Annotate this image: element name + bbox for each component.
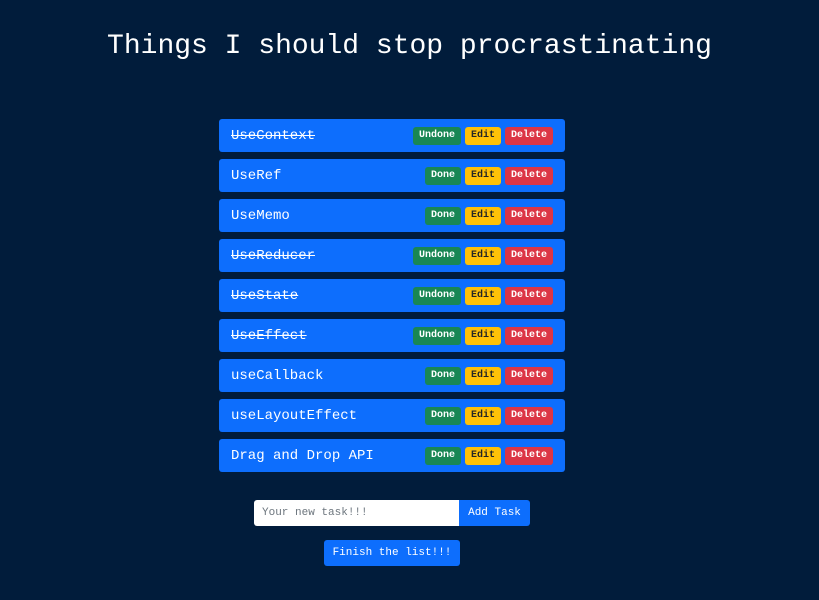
toggle-done-button[interactable]: Undone — [412, 246, 461, 265]
delete-button[interactable]: Delete — [504, 166, 553, 185]
task-item: Drag and Drop API Done Edit Delete — [219, 439, 565, 472]
task-item: UseContext Undone Edit Delete — [219, 119, 565, 152]
toggle-done-button[interactable]: Undone — [412, 126, 461, 145]
delete-button[interactable]: Delete — [504, 206, 553, 225]
task-text: useCallback — [231, 367, 324, 384]
task-item: UseMemo Done Edit Delete — [219, 199, 565, 232]
task-text: useLayoutEffect — [231, 407, 358, 424]
delete-button[interactable]: Delete — [504, 326, 553, 345]
edit-button[interactable]: Edit — [464, 206, 501, 225]
edit-button[interactable]: Edit — [464, 126, 501, 145]
delete-button[interactable]: Delete — [504, 246, 553, 265]
toggle-done-button[interactable]: Undone — [412, 326, 461, 345]
delete-button[interactable]: Delete — [504, 446, 553, 465]
task-item: UseState Undone Edit Delete — [219, 279, 565, 312]
task-item: UseReducer Undone Edit Delete — [219, 239, 565, 272]
task-list: UseContext Undone Edit Delete UseRef Don… — [219, 119, 565, 479]
task-actions: Done Edit Delete — [424, 166, 553, 185]
toggle-done-button[interactable]: Done — [424, 406, 461, 425]
finish-list-button[interactable]: Finish the list!!! — [324, 540, 460, 566]
edit-button[interactable]: Edit — [464, 326, 501, 345]
task-text: UseEffect — [231, 327, 307, 344]
task-text: Drag and Drop API — [231, 447, 374, 464]
edit-button[interactable]: Edit — [464, 246, 501, 265]
task-actions: Undone Edit Delete — [412, 246, 553, 265]
edit-button[interactable]: Edit — [464, 446, 501, 465]
task-actions: Done Edit Delete — [424, 206, 553, 225]
task-actions: Done Edit Delete — [424, 366, 553, 385]
task-text: UseMemo — [231, 207, 290, 224]
toggle-done-button[interactable]: Done — [424, 166, 461, 185]
delete-button[interactable]: Delete — [504, 286, 553, 305]
page-title: Things I should stop procrastinating — [107, 31, 712, 62]
edit-button[interactable]: Edit — [464, 286, 501, 305]
task-actions: Undone Edit Delete — [412, 326, 553, 345]
add-task-button[interactable]: Add Task — [459, 500, 530, 526]
edit-button[interactable]: Edit — [464, 406, 501, 425]
delete-button[interactable]: Delete — [504, 406, 553, 425]
delete-button[interactable]: Delete — [504, 126, 553, 145]
task-actions: Undone Edit Delete — [412, 126, 553, 145]
delete-button[interactable]: Delete — [504, 366, 553, 385]
edit-button[interactable]: Edit — [464, 366, 501, 385]
task-item: useCallback Done Edit Delete — [219, 359, 565, 392]
task-text: UseState — [231, 287, 299, 304]
task-actions: Undone Edit Delete — [412, 286, 553, 305]
new-task-input[interactable] — [254, 500, 459, 526]
task-item: useLayoutEffect Done Edit Delete — [219, 399, 565, 432]
task-text: UseContext — [231, 127, 316, 144]
edit-button[interactable]: Edit — [464, 166, 501, 185]
task-text: UseRef — [231, 167, 282, 184]
toggle-done-button[interactable]: Done — [424, 206, 461, 225]
task-actions: Done Edit Delete — [424, 446, 553, 465]
task-text: UseReducer — [231, 247, 316, 264]
task-item: UseRef Done Edit Delete — [219, 159, 565, 192]
toggle-done-button[interactable]: Done — [424, 366, 461, 385]
toggle-done-button[interactable]: Done — [424, 446, 461, 465]
add-task-form: Add Task — [254, 500, 530, 526]
toggle-done-button[interactable]: Undone — [412, 286, 461, 305]
task-actions: Done Edit Delete — [424, 406, 553, 425]
task-item: UseEffect Undone Edit Delete — [219, 319, 565, 352]
